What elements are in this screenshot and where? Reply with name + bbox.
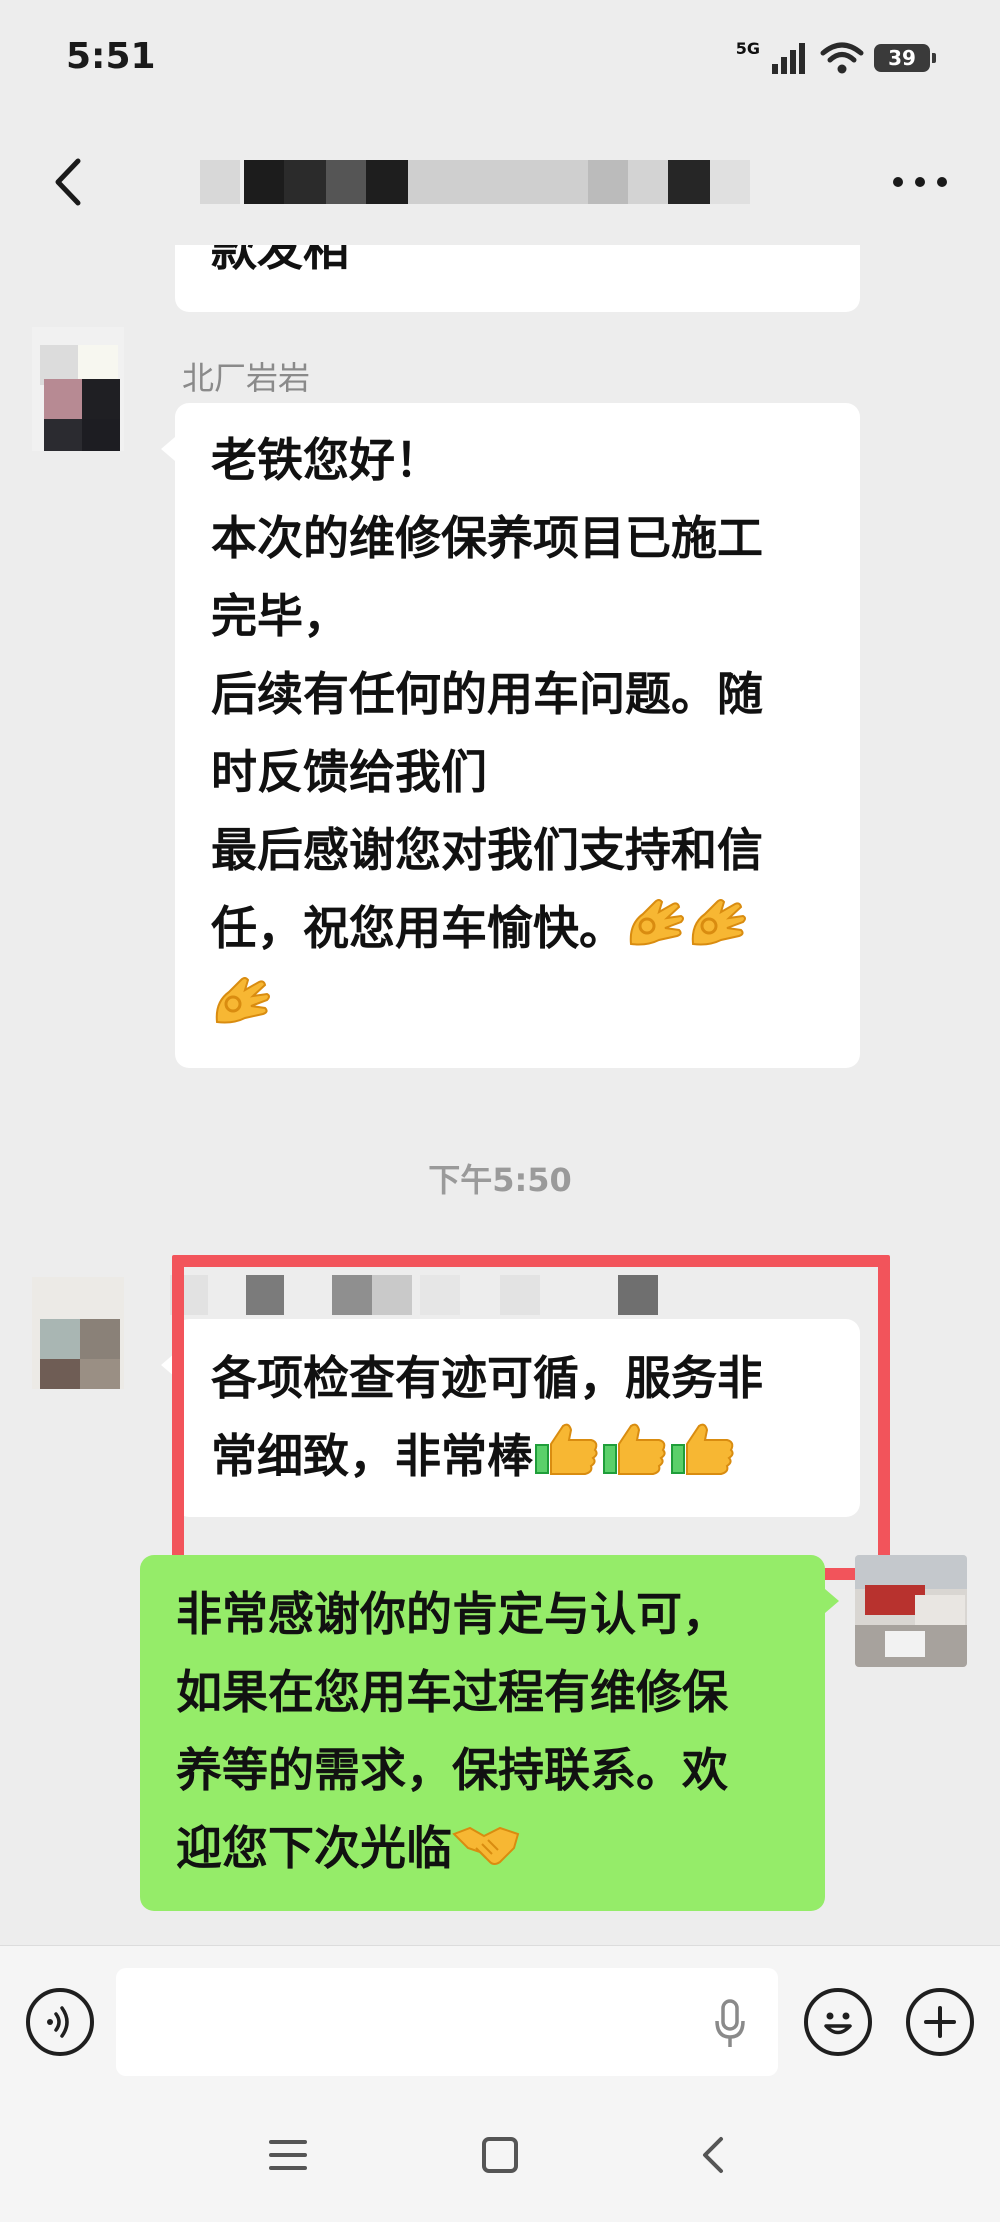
system-home-button[interactable] [460,2125,540,2185]
message-line: 完毕， [211,589,349,643]
message-line: 非常感谢你的肯定与认可， [176,1587,728,1641]
message-line: 后续有任何的用车问题。随 [211,667,763,721]
message-line: 本次的维修保养项目已施工 [211,511,763,565]
more-options-button[interactable] [880,150,960,214]
wifi-icon [820,42,864,74]
message-line: 迎您下次光临 [176,1821,452,1875]
message-line-with-emoji: 任，祝您用车愉快。 [211,889,763,967]
message-line: 最后感谢您对我们支持和信 [211,823,763,877]
ellipsis-icon [893,177,947,187]
network-type: 5G [735,38,760,58]
voice-mode-button[interactable] [26,1988,94,2056]
ok-hand-emoji-icon [691,899,746,946]
my-avatar[interactable] [855,1555,967,1667]
more-actions-button[interactable] [906,1988,974,2056]
system-navigation-bar [0,2095,1000,2222]
chat-title-redacted [200,160,800,208]
message-line: 养等的需求，保持联系。欢 [176,1743,728,1797]
microphone-icon [715,1999,745,2047]
status-indicators: 5G 39 [735,38,936,78]
status-time: 5:51 [66,36,156,77]
chat-message-list[interactable]: 款发相 北厂岩岩 老铁您好！ 本次的维修保养项目已施工 完毕， 后续有任何的用车… [0,245,1000,1945]
message-line: 时反馈给我们 [211,745,487,799]
system-back-button[interactable] [672,2125,752,2185]
back-arrow-icon [703,2137,723,2173]
status-bar: 5:51 5G 39 [0,0,1000,120]
message-line: 老铁您好！ [211,433,441,487]
smiley-icon [824,2012,852,2035]
home-square-icon [482,2137,518,2173]
message-bubble-outgoing[interactable]: 非常感谢你的肯定与认可， 如果在您用车过程有维修保 养等的需求，保持联系。欢 迎… [140,1555,839,1911]
message-bubble-incoming[interactable]: 老铁您好！ 本次的维修保养项目已施工 完毕， 后续有任何的用车问题。随 时反馈给… [161,403,860,1068]
message-line-with-emoji: 迎您下次光临 [176,1809,728,1887]
battery-indicator: 39 [874,44,936,72]
message-input[interactable] [116,1968,778,2076]
ok-hand-emoji-icon [215,977,270,1024]
message-bubble-partial[interactable]: 款发相 [175,245,860,312]
chat-header [0,120,1000,245]
avatar[interactable] [32,327,124,451]
message-text: 款发相 [211,245,349,276]
message-timestamp: 下午5:50 [428,1161,572,1199]
sender-name: 北厂岩岩 [182,359,311,397]
signal-icon [772,43,805,74]
message-line: 任，祝您用车愉快。 [211,901,625,955]
avatar[interactable] [32,1277,124,1389]
voice-input-button[interactable] [700,1994,760,2054]
back-button[interactable] [36,150,100,214]
message-line-emoji [211,967,763,1045]
handshake-emoji-icon [452,1826,520,1865]
plus-icon [924,2006,956,2038]
chevron-left-icon [55,158,81,206]
message-input-bar [0,1945,1000,2095]
menu-icon [269,2140,307,2170]
voice-icon [47,2006,69,2038]
highlight-annotation-box [172,1255,890,1580]
system-menu-button[interactable] [248,2125,328,2185]
emoji-button[interactable] [804,1988,872,2056]
ok-hand-emoji-icon [629,899,684,946]
message-line: 如果在您用车过程有维修保 [176,1665,728,1719]
